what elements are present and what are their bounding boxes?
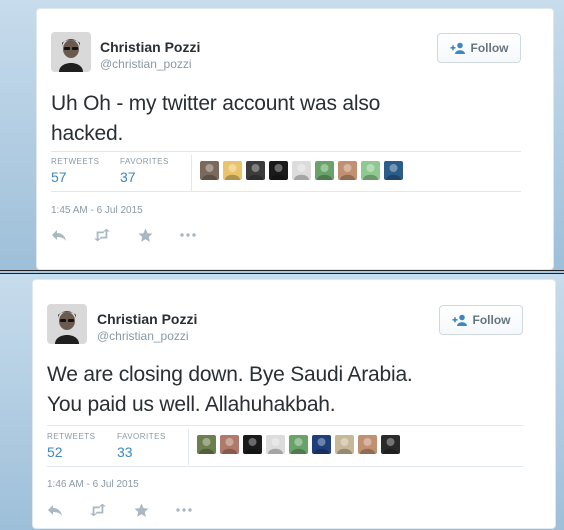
tweet-text: We are closing down. Bye Saudi Arabia. Y… xyxy=(47,360,413,420)
favoriter-avatars xyxy=(197,435,400,454)
favoriter-avatar[interactable] xyxy=(381,435,400,454)
favoriter-avatar[interactable] xyxy=(289,435,308,454)
more-dots-icon[interactable] xyxy=(176,502,192,518)
favoriter-avatar[interactable] xyxy=(384,161,403,180)
favoriter-avatar[interactable] xyxy=(335,435,354,454)
favoriter-avatar[interactable] xyxy=(315,161,334,180)
more-dots-icon[interactable] xyxy=(180,227,196,243)
favoriter-avatar[interactable] xyxy=(266,435,285,454)
favoriter-avatar[interactable] xyxy=(243,435,262,454)
add-user-icon xyxy=(450,42,466,54)
retweets-label: RETWEETS xyxy=(51,157,100,166)
follow-button[interactable]: Follow xyxy=(439,305,523,335)
tweet-text-line: hacked. xyxy=(51,122,124,145)
tweet-text-line: You paid us well. Allahuhakbah. xyxy=(47,393,336,416)
favoriter-avatar[interactable] xyxy=(197,435,216,454)
favorites-count[interactable]: 33 xyxy=(117,444,133,460)
avatar[interactable] xyxy=(47,304,87,344)
retweets-count[interactable]: 52 xyxy=(47,444,63,460)
follow-button[interactable]: Follow xyxy=(437,33,521,63)
favoriter-avatar[interactable] xyxy=(223,161,242,180)
tweet-panel-top: Christian Pozzi @christian_pozzi Follow … xyxy=(0,0,564,271)
retweet-icon[interactable] xyxy=(90,502,106,518)
tweet-card: Christian Pozzi @christian_pozzi Follow … xyxy=(32,279,556,529)
avatar[interactable] xyxy=(51,32,91,72)
divider xyxy=(47,425,523,426)
author-name[interactable]: Christian Pozzi xyxy=(100,39,200,55)
favoriter-avatar[interactable] xyxy=(358,435,377,454)
divider xyxy=(47,466,523,467)
favoriter-avatar[interactable] xyxy=(200,161,219,180)
tweet-timestamp[interactable]: 1:46 AM - 6 Jul 2015 xyxy=(47,479,139,490)
favoriter-avatars xyxy=(200,161,403,180)
retweet-icon[interactable] xyxy=(94,227,110,243)
tweet-actions xyxy=(51,227,223,243)
tweet-panel-bottom: Christian Pozzi @christian_pozzi Follow … xyxy=(0,273,564,530)
tweet-actions xyxy=(47,502,219,518)
star-icon[interactable] xyxy=(137,227,153,243)
author-handle[interactable]: @christian_pozzi xyxy=(97,329,189,343)
favoriter-avatar[interactable] xyxy=(312,435,331,454)
person-sunglasses-icon xyxy=(47,304,87,344)
favorites-count[interactable]: 37 xyxy=(120,169,136,185)
stats-separator xyxy=(191,155,192,191)
retweets-label: RETWEETS xyxy=(47,432,96,441)
author-handle[interactable]: @christian_pozzi xyxy=(100,57,192,71)
favoriter-avatar[interactable] xyxy=(361,161,380,180)
tweet-text-line: We are closing down. Bye Saudi Arabia. xyxy=(47,363,413,386)
favoriter-avatar[interactable] xyxy=(220,435,239,454)
favoriter-avatar[interactable] xyxy=(292,161,311,180)
tweet-timestamp[interactable]: 1:45 AM - 6 Jul 2015 xyxy=(51,205,143,216)
divider xyxy=(51,151,521,152)
tweet-text: Uh Oh - my twitter account was also hack… xyxy=(51,89,380,149)
reply-icon[interactable] xyxy=(51,227,67,243)
add-user-icon xyxy=(452,314,468,326)
favoriter-avatar[interactable] xyxy=(338,161,357,180)
favorites-label: FAVORITES xyxy=(117,432,166,441)
retweets-count[interactable]: 57 xyxy=(51,169,67,185)
favorites-label: FAVORITES xyxy=(120,157,169,166)
follow-label: Follow xyxy=(472,313,511,327)
author-name[interactable]: Christian Pozzi xyxy=(97,311,197,327)
follow-label: Follow xyxy=(470,41,509,55)
person-sunglasses-icon xyxy=(51,32,91,72)
favoriter-avatar[interactable] xyxy=(246,161,265,180)
tweet-card: Christian Pozzi @christian_pozzi Follow … xyxy=(36,8,554,270)
favoriter-avatar[interactable] xyxy=(269,161,288,180)
reply-icon[interactable] xyxy=(47,502,63,518)
tweet-text-line: Uh Oh - my twitter account was also xyxy=(51,92,381,115)
stats-separator xyxy=(188,429,189,465)
star-icon[interactable] xyxy=(133,502,149,518)
divider xyxy=(51,191,521,192)
